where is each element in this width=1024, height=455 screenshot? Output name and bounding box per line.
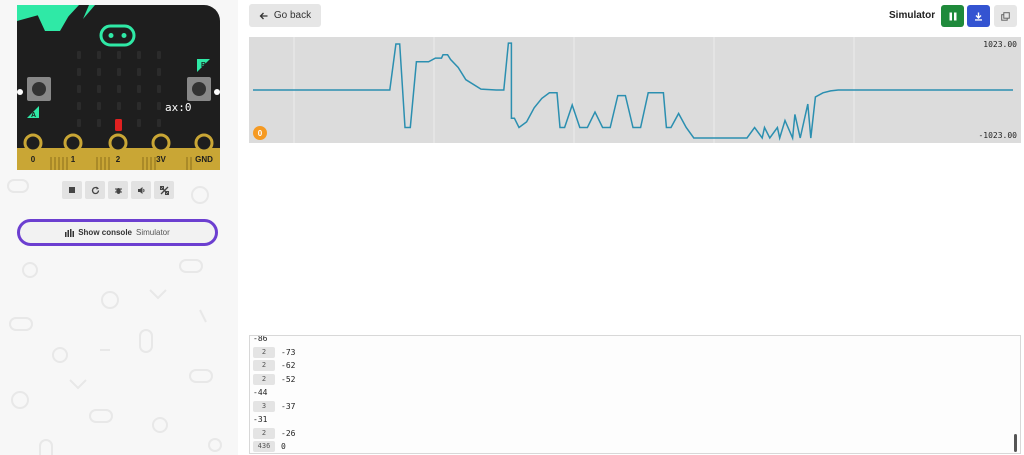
y-max-label: 1023.00: [983, 40, 1017, 49]
y-min-label: -1023.00: [978, 131, 1017, 140]
chart-bars-icon: [65, 228, 75, 237]
pause-icon: [949, 12, 956, 20]
simulator-label: Simulator: [889, 10, 936, 21]
plot-svg: [253, 37, 1013, 143]
console-value: -31: [253, 415, 268, 425]
stop-button[interactable]: [62, 181, 82, 199]
fullscreen-button[interactable]: [154, 181, 174, 199]
stop-icon: [69, 187, 75, 193]
repeat-count-badge: 436: [253, 441, 275, 453]
mute-button[interactable]: [131, 181, 151, 199]
pin-0-label: 0: [31, 155, 36, 164]
pause-button[interactable]: [941, 5, 964, 27]
console-value: 0: [281, 442, 286, 452]
repeat-count-badge: 3: [253, 400, 275, 412]
copy-icon: [1001, 11, 1010, 21]
repeat-count-badge: 2: [253, 360, 275, 372]
pin-1-label: 1: [71, 155, 76, 164]
console-scrollbar[interactable]: [1014, 434, 1017, 452]
serial-console[interactable]: -86 2 -73 2 -62 2 -52 -44 3 -37 -31 2 -26 436 0: [249, 335, 1021, 454]
debug-icon: [114, 187, 122, 194]
console-value: -86: [253, 335, 268, 344]
debug-button[interactable]: [108, 181, 128, 199]
pin-3v-label: 3V: [156, 155, 166, 164]
console-value: -52: [281, 374, 296, 384]
pin-2-label: 2: [116, 155, 121, 164]
lit-led: [115, 119, 122, 131]
copy-button[interactable]: [994, 5, 1017, 27]
console-value: -37: [281, 401, 296, 411]
console-row: 3 -37: [253, 400, 295, 414]
restart-button[interactable]: [85, 181, 105, 199]
pin-gnd-label: GND: [195, 155, 213, 164]
console-value: -73: [281, 347, 296, 357]
button-a-label: A: [31, 112, 36, 119]
fullscreen-icon: [159, 185, 169, 195]
console-lines: -86 2 -73 2 -62 2 -52 -44 3 -37 -31 2 -26 436 0: [253, 335, 295, 453]
button-b-label: B: [201, 62, 206, 69]
plot-chart: 1023.00 -1023.00 0: [249, 37, 1021, 143]
console-row: 2 -26: [253, 427, 295, 441]
console-row: -44: [253, 386, 295, 400]
console-row: 2 -73: [253, 346, 295, 360]
console-value: -26: [281, 428, 296, 438]
console-row: 436 0: [253, 440, 295, 453]
console-row: -31: [253, 413, 295, 427]
console-row: 2 -62: [253, 359, 295, 373]
download-icon: [975, 12, 982, 21]
arrow-left-icon: [259, 12, 268, 19]
show-console-button[interactable]: Show console Simulator: [17, 219, 218, 246]
repeat-count-badge: 2: [253, 373, 275, 385]
series-badge[interactable]: 0: [253, 126, 267, 140]
restart-icon: [91, 186, 99, 194]
go-back-button[interactable]: Go back: [249, 4, 321, 27]
series-0-line: [253, 42, 1013, 141]
console-value: -44: [253, 388, 268, 398]
console-row: 2 -52: [253, 373, 295, 387]
console-value: -62: [281, 361, 296, 371]
accelerometer-readout: ax:0: [165, 101, 192, 114]
show-console-label: Show console: [78, 228, 132, 237]
go-back-label: Go back: [273, 10, 312, 21]
simulator-controls: [62, 181, 174, 199]
download-button[interactable]: [967, 5, 990, 27]
simulator-panel: A B ax:0 0 1 2 3V GND Show console Simul…: [0, 0, 238, 455]
console-row: -86: [253, 335, 295, 346]
repeat-count-badge: 2: [253, 427, 275, 439]
mute-icon: [137, 186, 144, 194]
microbit-board[interactable]: A B ax:0 0 1 2 3V GND: [17, 5, 220, 170]
show-console-sub-label: Simulator: [136, 228, 170, 237]
repeat-count-badge: 2: [253, 346, 275, 358]
